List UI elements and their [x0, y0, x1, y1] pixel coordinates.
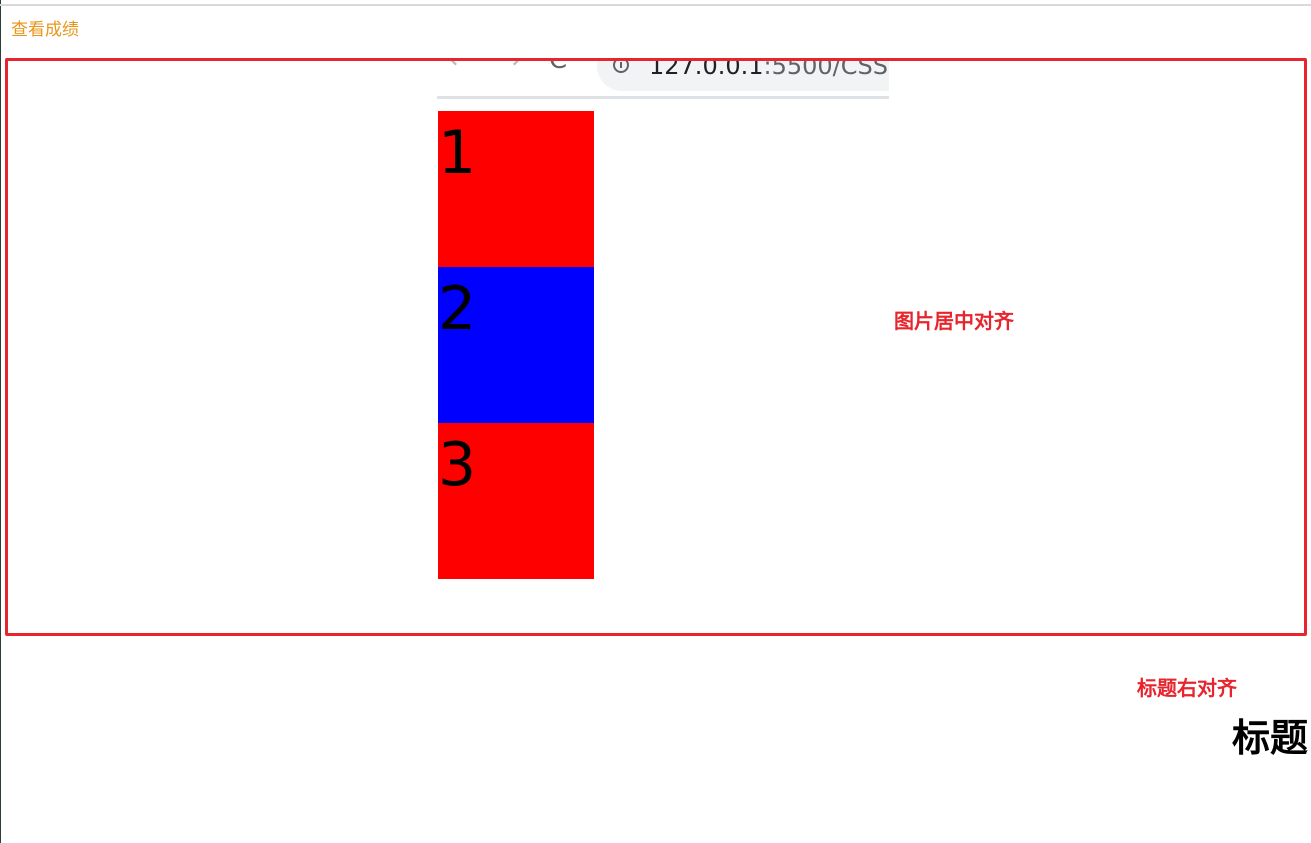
- page-heading: 标题: [1231, 716, 1308, 760]
- image-center-annotation: 图片居中对齐: [894, 309, 1014, 333]
- browser-toolbar: ← → C 127.0.0.1:5500/CSS类选: [437, 61, 889, 99]
- box-2: 2: [438, 267, 594, 423]
- box-3-label: 3: [438, 430, 477, 500]
- arrow-left-icon: ←: [449, 61, 471, 73]
- top-divider: [0, 4, 1311, 6]
- image-frame: ← → C 127.0.0.1:5500/CSS类选 1 2 3 图片居中对齐: [5, 58, 1307, 636]
- arrow-right-icon: →: [499, 61, 521, 73]
- address-text: 127.0.0.1:5500/CSS类选: [649, 61, 889, 81]
- url-path: :5500/CSS类选: [763, 61, 889, 80]
- embedded-screenshot: ← → C 127.0.0.1:5500/CSS类选 1 2 3: [437, 61, 889, 581]
- view-grades-link[interactable]: 查看成绩: [11, 18, 79, 42]
- box-2-label: 2: [438, 274, 477, 344]
- page-left-edge: [0, 0, 1, 843]
- toolbar-divider: [437, 96, 889, 99]
- box-1: 1: [438, 111, 594, 267]
- url-host: 127.0.0.1: [649, 61, 764, 80]
- address-bar: 127.0.0.1:5500/CSS类选: [597, 61, 889, 91]
- info-icon: [613, 61, 629, 73]
- reload-icon: C: [549, 61, 567, 73]
- box-1-label: 1: [438, 118, 477, 188]
- box-3: 3: [438, 423, 594, 579]
- title-right-annotation: 标题右对齐: [1137, 676, 1237, 700]
